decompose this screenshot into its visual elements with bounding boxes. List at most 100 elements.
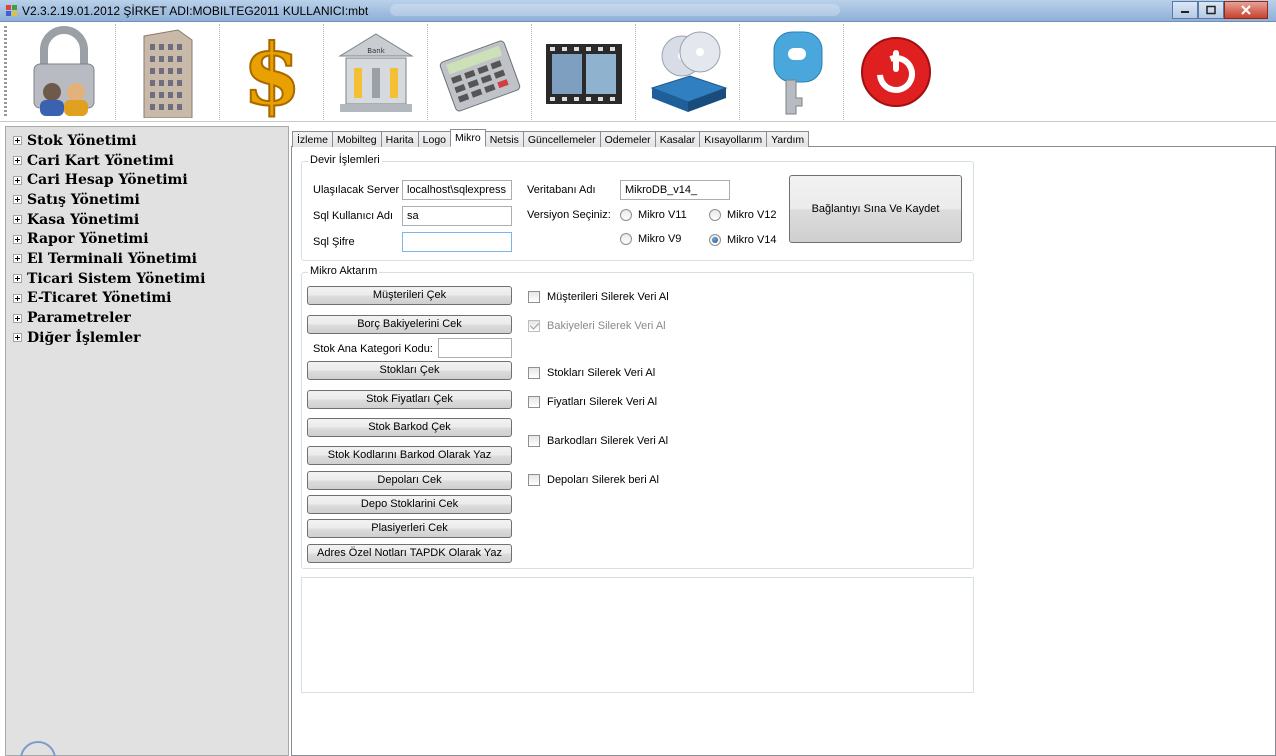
category-code-input[interactable] bbox=[438, 338, 512, 358]
sidebar-item-ticari-sistem[interactable]: Ticari Sistem Yönetimi bbox=[6, 269, 288, 289]
media-button[interactable] bbox=[532, 24, 636, 120]
pull-stock-prices-button[interactable]: Stok Fiyatları Çek bbox=[307, 390, 512, 409]
expand-icon[interactable] bbox=[13, 293, 22, 303]
aktarim-legend: Mikro Aktarım bbox=[308, 265, 380, 277]
expand-icon[interactable] bbox=[13, 254, 22, 264]
security-button[interactable] bbox=[12, 24, 116, 120]
tab-harita[interactable]: Harita bbox=[380, 131, 419, 147]
chk-customers-delete[interactable]: Müşterileri Silerek Veri Al bbox=[528, 291, 669, 303]
sidebar-item-cari-hesap[interactable]: Cari Hesap Yönetimi bbox=[6, 170, 288, 190]
sidebar-item-satis[interactable]: Satış Yönetimi bbox=[6, 190, 288, 210]
sidebar-item-e-ticaret[interactable]: E-Ticaret Yönetimi bbox=[6, 289, 288, 309]
expand-icon[interactable] bbox=[13, 156, 22, 166]
server-input[interactable] bbox=[402, 180, 512, 200]
sql-password-label: Sql Şifre bbox=[313, 236, 355, 248]
checkbox-label: Stokları Silerek Veri Al bbox=[547, 367, 656, 379]
finance-button[interactable]: $ bbox=[220, 24, 324, 120]
server-label: Ulaşılacak Server bbox=[313, 184, 400, 196]
db-name-input[interactable] bbox=[620, 180, 730, 200]
sidebar-item-cari-kart[interactable]: Cari Kart Yönetimi bbox=[6, 151, 288, 171]
expand-icon[interactable] bbox=[13, 234, 22, 244]
radio-mikro-v12[interactable]: Mikro V12 bbox=[709, 209, 777, 221]
sql-password-input[interactable] bbox=[402, 232, 512, 252]
title-blur bbox=[390, 4, 840, 16]
tab-kasalar[interactable]: Kasalar bbox=[654, 131, 701, 147]
power-icon bbox=[861, 37, 931, 107]
version-label: Versiyon Seçiniz: bbox=[527, 209, 611, 221]
pull-debt-balances-button[interactable]: Borç Bakiyelerini Cek bbox=[307, 315, 512, 334]
radio-circle[interactable] bbox=[709, 234, 721, 246]
chk-stocks-delete[interactable]: Stokları Silerek Veri Al bbox=[528, 367, 655, 379]
minimize-button[interactable] bbox=[1172, 1, 1198, 19]
pull-salespersons-button[interactable]: Plasiyerleri Cek bbox=[307, 519, 512, 538]
company-button[interactable] bbox=[116, 24, 220, 120]
radio-label: Mikro V11 bbox=[638, 209, 687, 221]
license-button[interactable] bbox=[740, 24, 844, 120]
database-disks-icon bbox=[650, 31, 728, 112]
sidebar-item-label: Satış Yönetimi bbox=[27, 191, 140, 208]
expand-icon[interactable] bbox=[13, 175, 22, 185]
sql-user-input[interactable] bbox=[402, 206, 512, 226]
tab-yardim[interactable]: Yardım bbox=[766, 131, 810, 147]
pull-warehouses-button[interactable]: Depoları Cek bbox=[307, 471, 512, 490]
close-button[interactable] bbox=[1224, 1, 1268, 19]
tab-izleme[interactable]: İzleme bbox=[292, 131, 333, 147]
sidebar-item-diger[interactable]: Diğer İşlemler bbox=[6, 328, 288, 348]
radio-circle[interactable] bbox=[620, 209, 632, 221]
checkbox[interactable] bbox=[528, 474, 540, 486]
checkbox[interactable] bbox=[528, 435, 540, 447]
tab-kisayollarim[interactable]: Kısayollarım bbox=[699, 131, 768, 147]
radio-mikro-v9[interactable]: Mikro V9 bbox=[620, 233, 681, 245]
sidebar-corner-ornament bbox=[20, 741, 56, 756]
expand-icon[interactable] bbox=[13, 215, 22, 225]
radio-mikro-v14[interactable]: Mikro V14 bbox=[709, 234, 777, 246]
calculator-button[interactable] bbox=[428, 24, 532, 120]
checkbox[interactable] bbox=[528, 396, 540, 408]
pull-stock-barcode-button[interactable]: Stok Barkod Çek bbox=[307, 418, 512, 437]
bank-button[interactable]: Bank bbox=[324, 24, 428, 120]
log-output-box[interactable] bbox=[301, 577, 974, 693]
sidebar-item-label: Diğer İşlemler bbox=[27, 329, 141, 346]
tab-netsis[interactable]: Netsis bbox=[484, 131, 524, 147]
toolbar-grip[interactable] bbox=[4, 26, 7, 118]
minimize-icon bbox=[1181, 11, 1189, 13]
exit-button[interactable] bbox=[844, 24, 948, 120]
sidebar-item-rapor[interactable]: Rapor Yönetimi bbox=[6, 229, 288, 249]
expand-icon[interactable] bbox=[13, 136, 22, 146]
tab-odemeler[interactable]: Odemeler bbox=[599, 131, 656, 147]
chk-barcodes-delete[interactable]: Barkodları Silerek Veri Al bbox=[528, 435, 668, 447]
test-save-connection-button[interactable]: Bağlantıyı Sına Ve Kaydet bbox=[789, 175, 962, 243]
lock-users-icon bbox=[33, 26, 95, 116]
chk-warehouses-delete[interactable]: Depoları Silerek beri Al bbox=[528, 474, 659, 486]
tab-logo[interactable]: Logo bbox=[417, 131, 452, 147]
sidebar-item-el-terminali[interactable]: El Terminali Yönetimi bbox=[6, 249, 288, 269]
expand-icon[interactable] bbox=[13, 195, 22, 205]
pull-customers-button[interactable]: Müşterileri Çek bbox=[307, 286, 512, 305]
expand-icon[interactable] bbox=[13, 313, 22, 323]
pull-stocks-button[interactable]: Stokları Çek bbox=[307, 361, 512, 380]
maximize-button[interactable] bbox=[1198, 1, 1224, 19]
sql-user-label: Sql Kullanıcı Adı bbox=[313, 210, 394, 222]
radio-circle[interactable] bbox=[709, 209, 721, 221]
checkbox[interactable] bbox=[528, 291, 540, 303]
write-stock-codes-as-barcode-button[interactable]: Stok Kodlarını Barkod Olarak Yaz bbox=[307, 446, 512, 465]
sidebar-item-parametreler[interactable]: Parametreler bbox=[6, 308, 288, 328]
expand-icon[interactable] bbox=[13, 333, 22, 343]
expand-icon[interactable] bbox=[13, 274, 22, 284]
backup-button[interactable] bbox=[636, 24, 740, 120]
sidebar-item-stok[interactable]: Stok Yönetimi bbox=[6, 131, 288, 151]
pull-warehouse-stocks-button[interactable]: Depo Stoklarini Cek bbox=[307, 495, 512, 514]
checkbox[interactable] bbox=[528, 367, 540, 379]
tab-guncellemeler[interactable]: Güncellemeler bbox=[522, 131, 601, 147]
checkbox-label: Depoları Silerek beri Al bbox=[547, 474, 659, 486]
sidebar-item-label: El Terminali Yönetimi bbox=[27, 250, 197, 267]
tab-mobilteg[interactable]: Mobilteg bbox=[331, 131, 382, 147]
tab-mikro[interactable]: Mikro bbox=[450, 129, 486, 147]
chk-prices-delete[interactable]: Fiyatları Silerek Veri Al bbox=[528, 396, 657, 408]
sidebar-item-kasa[interactable]: Kasa Yönetimi bbox=[6, 210, 288, 230]
radio-mikro-v11[interactable]: Mikro V11 bbox=[620, 209, 687, 221]
film-icon bbox=[546, 44, 622, 104]
radio-circle[interactable] bbox=[620, 233, 632, 245]
write-address-notes-tapdk-button[interactable]: Adres Özel Notları TAPDK Olarak Yaz bbox=[307, 544, 512, 563]
checkbox-label: Barkodları Silerek Veri Al bbox=[547, 435, 669, 447]
